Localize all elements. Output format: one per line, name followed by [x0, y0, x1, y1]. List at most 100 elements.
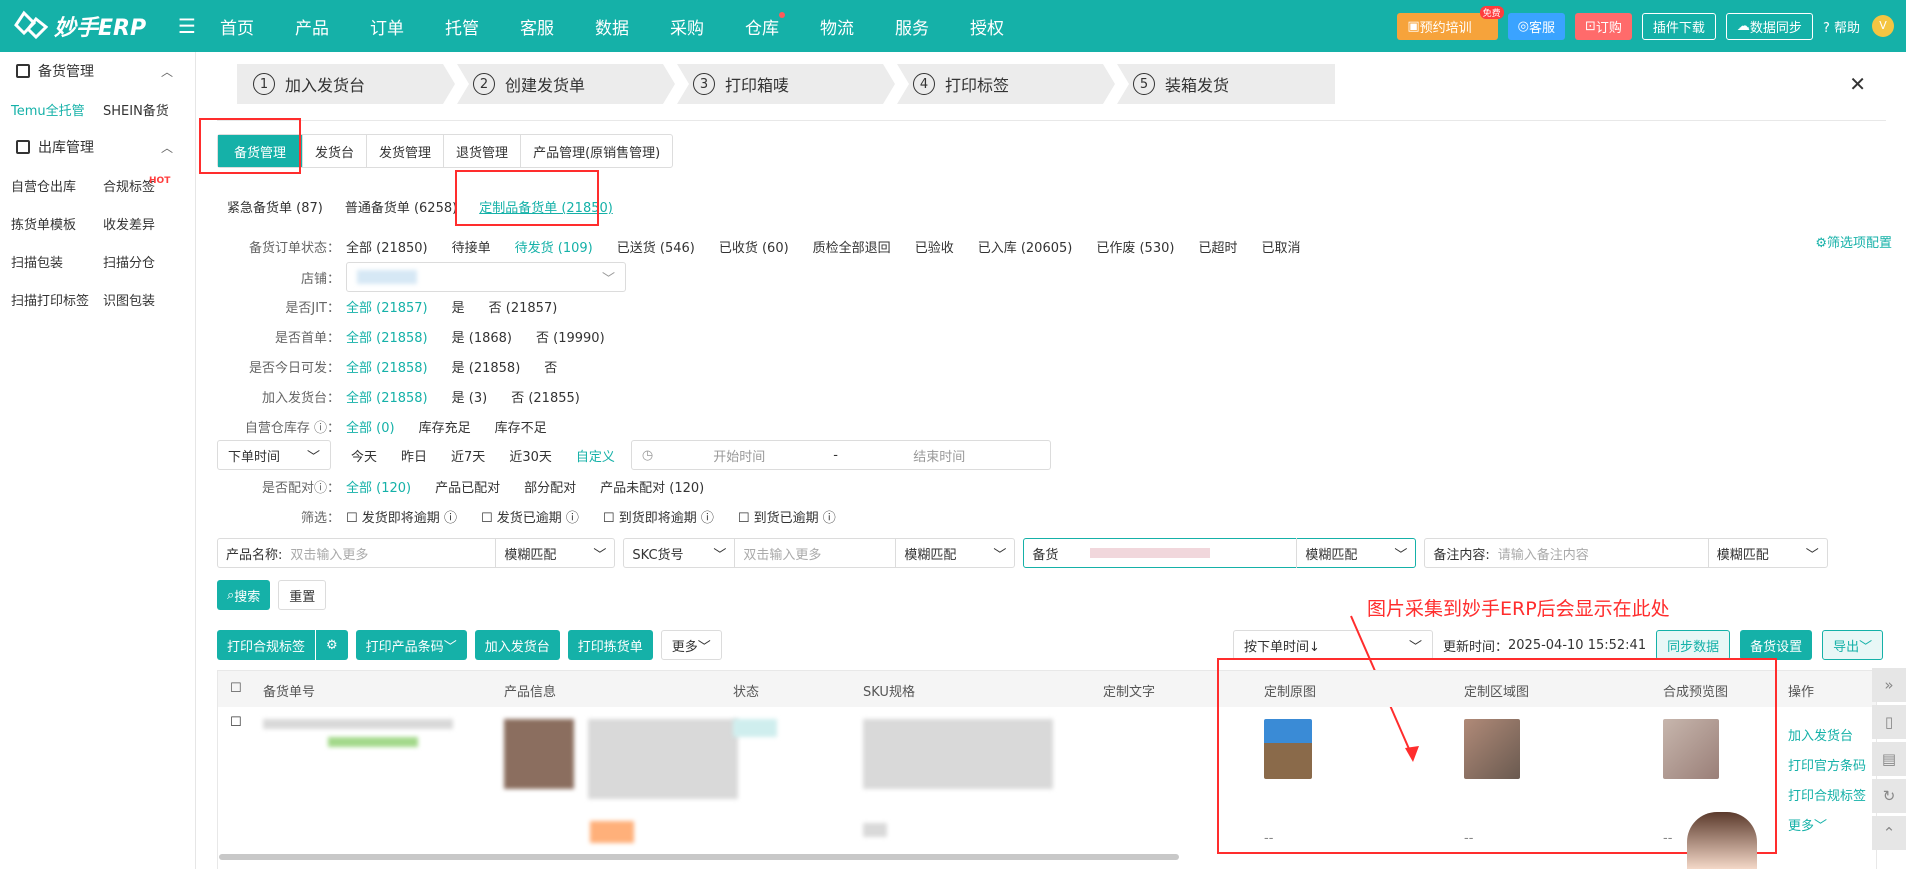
sidebar-item-self-warehouse[interactable]: 自营仓出库 [11, 176, 103, 195]
sidebar-item-scan-pack[interactable]: 扫描包装 [11, 252, 103, 271]
status-delivered[interactable]: 已送货 (546) [617, 237, 695, 256]
nav-product[interactable]: 产品 [295, 14, 329, 39]
close-icon[interactable]: ✕ [1849, 72, 1866, 96]
add-no[interactable]: 否 (21855) [511, 387, 580, 406]
store-select[interactable]: ﹀ [346, 262, 626, 292]
add-all[interactable]: 全部 (21858) [346, 387, 428, 406]
horizontal-scrollbar[interactable] [219, 854, 1179, 860]
tab-shipping-manage[interactable]: 发货管理 [367, 135, 445, 167]
add-shipping-button[interactable]: 加入发货台 [474, 630, 560, 660]
fuzzy-select[interactable]: 模糊匹配 ﹀ [496, 544, 614, 563]
time-today[interactable]: 今天 [351, 446, 377, 465]
today-yes[interactable]: 是 (21858) [452, 357, 521, 376]
fuzzy-select[interactable]: 模糊匹配 ﹀ [896, 544, 1014, 563]
settings-icon[interactable]: ⚙ [315, 630, 348, 660]
time-custom[interactable]: 自定义 [576, 446, 615, 465]
tab-shipping-desk[interactable]: 发货台 [303, 135, 368, 167]
print-barcode-button[interactable]: 打印产品条码 ﹀ [355, 630, 467, 660]
op-add-shipping[interactable]: 加入发货台 [1788, 725, 1853, 744]
nav-purchase[interactable]: 采购 [670, 14, 704, 39]
stock-short[interactable]: 库存不足 [495, 417, 547, 436]
nav-support[interactable]: 客服 [520, 14, 554, 39]
status-timeout[interactable]: 已超时 [1198, 237, 1237, 256]
stock-settings-button[interactable]: 备货设置 [1740, 630, 1813, 660]
export-button[interactable]: 导出 ﹀ [1822, 630, 1884, 660]
status-void[interactable]: 已作废 (530) [1096, 237, 1174, 256]
jit-no[interactable]: 否 (21857) [489, 297, 558, 316]
match-all[interactable]: 全部 (120) [346, 477, 411, 496]
data-sync-button[interactable]: ☁ 数据同步 [1725, 12, 1813, 40]
time-7days[interactable]: 近7天 [451, 446, 485, 465]
fuzzy-select[interactable]: 模糊匹配 ﹀ [1709, 544, 1827, 563]
train-button[interactable]: ▣ 预约培训 免费 [1397, 5, 1504, 40]
nav-hosting[interactable]: 托管 [445, 14, 479, 39]
match-unpaired[interactable]: 产品未配对 (120) [600, 477, 704, 496]
select-all-checkbox[interactable]: ☐ [230, 681, 242, 696]
tab-return-manage[interactable]: 退货管理 [444, 135, 522, 167]
refresh-icon[interactable]: ↻ [1872, 779, 1906, 813]
skc-search[interactable]: SKC货号 ﹀ 双击输入更多 模糊匹配 ﹀ [623, 538, 1016, 568]
sidebar-item-compliance-label[interactable]: 合规标签HOT [103, 176, 195, 195]
status-to-ship[interactable]: 待发货 (109) [515, 237, 593, 256]
mascot-image[interactable] [1687, 812, 1757, 869]
subtab-urgent[interactable]: 紧急备货单 (87) [227, 197, 323, 216]
avatar[interactable]: V [1872, 15, 1894, 37]
screen-ship-overdue[interactable]: ☐ 发货已逾期 ⓘ [481, 507, 579, 526]
status-received[interactable]: 已收货 (60) [719, 237, 789, 256]
op-print-official[interactable]: 打印官方条码 [1788, 755, 1866, 774]
jit-yes[interactable]: 是 [452, 297, 465, 316]
tab-product-manage[interactable]: 产品管理(原销售管理) [521, 135, 672, 167]
row-checkbox[interactable]: ☐ [230, 715, 242, 730]
sidebar-item-diff[interactable]: 收发差异 [103, 214, 195, 233]
fuzzy-select[interactable]: 模糊匹配 ﹀ [1297, 544, 1415, 563]
collapse-icon[interactable]: » [1872, 668, 1906, 702]
time-yesterday[interactable]: 昨日 [401, 446, 427, 465]
first-yes[interactable]: 是 (1868) [452, 327, 512, 346]
nav-logistics[interactable]: 物流 [820, 14, 854, 39]
nav-auth[interactable]: 授权 [970, 14, 1004, 39]
jit-all[interactable]: 全部 (21857) [346, 297, 428, 316]
filter-config-link[interactable]: ⚙筛选项配置 [1815, 232, 1892, 251]
back-to-top-icon[interactable]: ⌃ [1872, 816, 1906, 850]
nav-order[interactable]: 订单 [370, 14, 404, 39]
stock-enough[interactable]: 库存充足 [419, 417, 471, 436]
skc-select[interactable]: SKC货号 ﹀ [624, 544, 734, 563]
sidebar-item-image-pack[interactable]: 识图包装 [103, 290, 195, 309]
status-qc-return[interactable]: 质检全部退回 [813, 237, 891, 256]
print-pick-button[interactable]: 打印拣货单 [567, 630, 653, 660]
sidebar-item-scan-print[interactable]: 扫描打印标签 [11, 290, 103, 309]
screen-arrive-overdue[interactable]: ☐ 到货已逾期 ⓘ [738, 507, 836, 526]
sidebar-item-pick-template[interactable]: 拣货单模板 [11, 214, 103, 233]
op-print-compliance[interactable]: 打印合规标签 [1788, 785, 1866, 804]
print-compliance-button[interactable]: 打印合规标签 [217, 630, 316, 660]
sidebar-item-scan-split[interactable]: 扫描分仓 [103, 252, 195, 271]
status-stored[interactable]: 已入库 (20605) [978, 237, 1073, 256]
product-name-search[interactable]: 产品名称: 双击输入更多 模糊匹配 ﹀ [217, 538, 616, 568]
subtab-normal[interactable]: 普通备货单 (6258) [345, 197, 457, 216]
sidebar-item-temu[interactable]: Temu全托管 [11, 100, 103, 119]
today-no[interactable]: 否 [544, 357, 557, 376]
time-type-select[interactable]: 下单时间 ﹀ [217, 440, 331, 470]
time-30days[interactable]: 近30天 [509, 446, 552, 465]
clipboard-icon[interactable]: ▤ [1872, 742, 1906, 776]
help-link[interactable]: ? 帮助 [1823, 17, 1860, 36]
nav-warehouse[interactable]: 仓库 [745, 11, 785, 39]
first-no[interactable]: 否 (19990) [536, 327, 605, 346]
match-partial[interactable]: 部分配对 [524, 477, 576, 496]
match-paired[interactable]: 产品已配对 [435, 477, 500, 496]
service-button[interactable]: ◎ 客服 [1507, 12, 1565, 40]
status-all[interactable]: 全部 (21850) [346, 237, 428, 256]
screen-ship-soon[interactable]: ☐ 发货即将逾期 ⓘ [346, 507, 457, 526]
screen-arrive-soon[interactable]: ☐ 到货即将逾期 ⓘ [603, 507, 714, 526]
op-more[interactable]: 更多﹀ [1788, 815, 1827, 834]
logo[interactable]: 妙手ERP [14, 9, 164, 43]
first-all[interactable]: 全部 (21858) [346, 327, 428, 346]
product-thumbnail[interactable] [504, 719, 574, 789]
stock-no-search[interactable]: 备货 模糊匹配 ﹀ [1023, 538, 1417, 568]
search-button[interactable]: ⌕ 搜索 [217, 580, 271, 610]
add-yes[interactable]: 是 (3) [452, 387, 488, 406]
nav-data[interactable]: 数据 [595, 14, 629, 39]
order-button[interactable]: ⊡ 订购 [1574, 12, 1632, 40]
status-pending[interactable]: 待接单 [452, 237, 491, 256]
sidebar-group-outbound[interactable]: 出库管理 ︿ [0, 128, 195, 166]
